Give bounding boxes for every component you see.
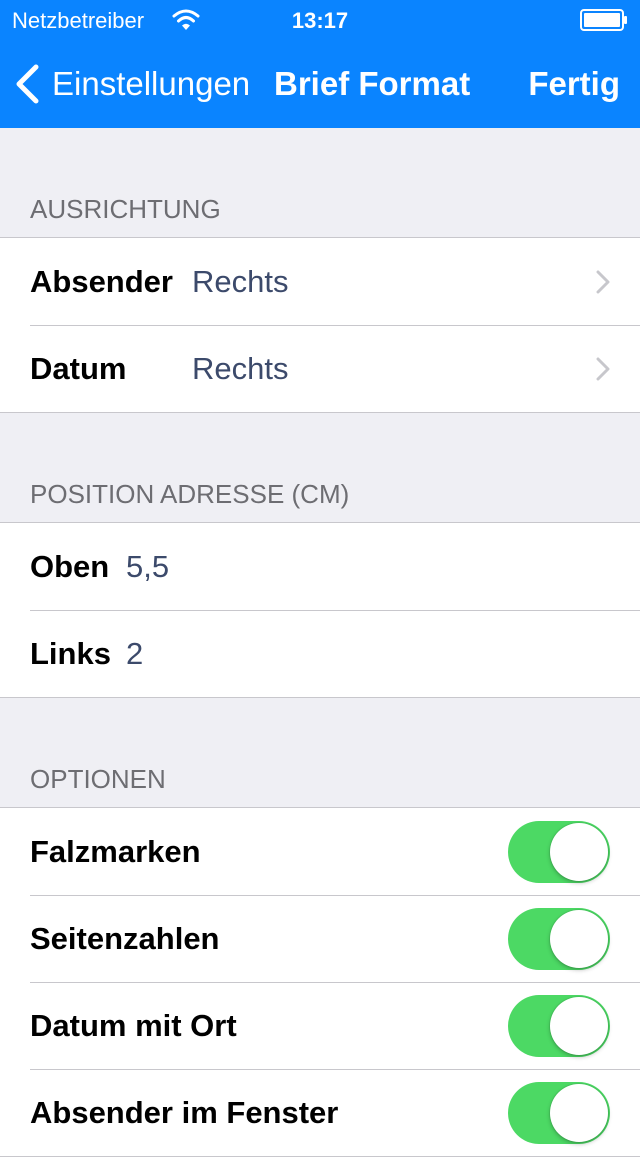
row-falzmarken: Falzmarken	[0, 808, 640, 895]
chevron-left-icon	[16, 64, 39, 104]
group-position: Oben 5,5 Links 2	[0, 523, 640, 698]
back-button[interactable]: Einstellungen	[14, 40, 250, 128]
toggle-knob	[550, 822, 608, 881]
absender-im-fenster-toggle[interactable]	[508, 1081, 610, 1144]
row-datum-mit-ort: Datum mit Ort	[0, 982, 640, 1069]
battery-icon	[580, 9, 627, 31]
row-label: Absender im Fenster	[30, 1094, 339, 1130]
row-label: Datum mit Ort	[30, 1007, 237, 1043]
row-value: Rechts	[192, 263, 289, 299]
row-absender-im-fenster: Absender im Fenster	[0, 1069, 640, 1156]
group-optionen: Falzmarken Seitenzahlen Datum mit Ort Ab…	[0, 808, 640, 1157]
navigation-bar: Einstellungen Brief Format Fertig	[0, 40, 640, 128]
row-absender[interactable]: Absender Rechts	[0, 238, 640, 325]
datum-mit-ort-toggle[interactable]	[508, 994, 610, 1057]
toggle-knob	[550, 1083, 608, 1142]
oben-value-field[interactable]: 5,5	[126, 549, 169, 585]
toggle-knob	[550, 996, 608, 1055]
page-title: Brief Format	[274, 65, 471, 102]
back-button-label: Einstellungen	[52, 65, 251, 102]
section-header-ausrichtung: AUSRICHTUNG	[0, 128, 640, 238]
section-header-optionen: OPTIONEN	[0, 698, 640, 808]
status-time: 13:17	[291, 8, 349, 33]
row-label: Seitenzahlen	[30, 920, 220, 956]
row-label: Absender	[30, 263, 173, 299]
row-label: Oben	[30, 548, 110, 584]
status-bar: Netzbetreiber 13:17	[0, 0, 640, 40]
links-value-field[interactable]: 2	[126, 636, 143, 672]
chevron-right-icon	[596, 270, 610, 293]
top-bar: Netzbetreiber 13:17 Einstellungen Brief …	[0, 0, 640, 128]
group-ausrichtung: Absender Rechts Datum Rechts	[0, 238, 640, 413]
settings-list: AUSRICHTUNG Absender Rechts Datum Rechts…	[0, 128, 640, 1157]
row-links[interactable]: Links 2	[0, 610, 640, 697]
row-label: Falzmarken	[30, 833, 201, 869]
falzmarken-toggle[interactable]	[508, 820, 610, 883]
row-seitenzahlen: Seitenzahlen	[0, 895, 640, 982]
toggle-knob	[550, 909, 608, 968]
row-oben[interactable]: Oben 5,5	[0, 523, 640, 610]
section-header-position: POSITION ADRESSE (CM)	[0, 413, 640, 523]
seitenzahlen-toggle[interactable]	[508, 907, 610, 970]
row-datum[interactable]: Datum Rechts	[0, 325, 640, 412]
row-label: Datum	[30, 350, 127, 386]
row-label: Links	[30, 635, 111, 671]
done-button[interactable]: Fertig	[528, 40, 620, 128]
row-value: Rechts	[192, 350, 289, 386]
chevron-right-icon	[596, 357, 610, 380]
